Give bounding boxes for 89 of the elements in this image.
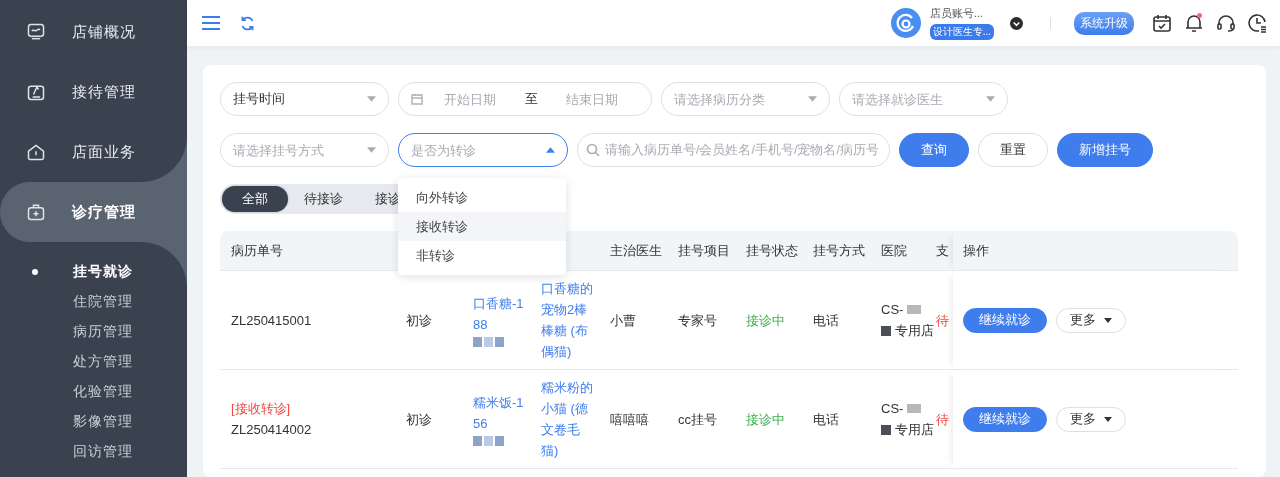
submenu-item[interactable]: 病历管理 bbox=[0, 317, 187, 347]
bell-icon[interactable] bbox=[1184, 13, 1204, 33]
caret-icon bbox=[1104, 317, 1112, 323]
column-header: 病历单号 bbox=[220, 231, 395, 271]
table-cell: 电话 bbox=[802, 271, 870, 370]
dropdown-icon[interactable] bbox=[1010, 16, 1023, 30]
table-cell: 嘻嘻嘻 bbox=[599, 370, 667, 469]
pet-link[interactable]: 口香糖的宠物2棒棒糖 (布偶猫) bbox=[541, 278, 595, 362]
table-cell: 初诊 bbox=[395, 370, 463, 469]
record-number: ZL250414002 bbox=[231, 421, 313, 439]
table-cell: 专家号 bbox=[667, 271, 735, 370]
select-field[interactable]: 挂号时间 bbox=[220, 82, 389, 116]
continue-button[interactable]: 继续就诊 bbox=[963, 307, 1047, 333]
column-header: 操作 bbox=[953, 231, 1238, 271]
headset-icon[interactable] bbox=[1216, 13, 1236, 33]
search-field[interactable]: 请输入病历单号/会员姓名/手机号/宠物名/病历号 bbox=[577, 133, 890, 167]
dropdown-option[interactable]: 向外转诊 bbox=[398, 183, 566, 212]
avatar-logo bbox=[890, 8, 921, 38]
sidebar-item[interactable]: 店面业务 bbox=[0, 122, 187, 182]
column-header: 医院 bbox=[870, 231, 936, 271]
payment-cell: 待 bbox=[936, 370, 953, 469]
dropdown-option[interactable]: 非转诊 bbox=[398, 241, 566, 270]
column-header: 支 bbox=[936, 231, 953, 271]
primary-button[interactable]: 查询 bbox=[899, 133, 969, 167]
primary-button[interactable]: 新增挂号 bbox=[1057, 133, 1153, 167]
table-cell: 电话 bbox=[802, 370, 870, 469]
caret-icon bbox=[546, 147, 555, 153]
menu-item-icon bbox=[26, 82, 46, 102]
calendar-icon bbox=[411, 93, 423, 105]
status-tab[interactable]: 全部 bbox=[222, 186, 288, 212]
referral-tag: [接收转诊] bbox=[231, 398, 395, 419]
continue-button[interactable]: 继续就诊 bbox=[963, 406, 1047, 432]
blurred-text bbox=[907, 404, 922, 413]
owner-link[interactable]: 糯米饭-156 bbox=[473, 392, 527, 434]
column-header: 挂号状态 bbox=[735, 231, 802, 271]
hospital-name: CS- bbox=[881, 301, 904, 319]
blurred-text bbox=[881, 325, 891, 336]
caret-icon bbox=[367, 147, 376, 153]
reset-button[interactable]: 重置 bbox=[978, 133, 1048, 167]
more-button[interactable]: 更多 bbox=[1056, 307, 1126, 333]
caret-icon bbox=[1104, 416, 1112, 422]
hospital-name: CS- bbox=[881, 400, 904, 418]
refresh-icon[interactable] bbox=[239, 14, 256, 32]
record-number: ZL250415001 bbox=[231, 311, 313, 330]
dropdown-option[interactable]: 接收转诊 bbox=[398, 212, 566, 241]
submenu-item[interactable]: 化验管理 bbox=[0, 377, 187, 407]
caret-icon bbox=[367, 96, 376, 102]
menu-item-icon bbox=[26, 202, 46, 222]
submenu-item[interactable]: 处方管理 bbox=[0, 347, 187, 377]
caret-icon bbox=[986, 96, 995, 102]
search-icon bbox=[586, 143, 600, 157]
sidebar-item[interactable]: 接待管理 bbox=[0, 62, 187, 122]
owner-link[interactable]: 口香糖-188 bbox=[473, 293, 527, 335]
more-button[interactable]: 更多 bbox=[1056, 406, 1126, 432]
column-header: 挂号项目 bbox=[667, 231, 735, 271]
menu-item-icon bbox=[26, 22, 46, 42]
submenu-item[interactable]: 挂号就诊 bbox=[0, 257, 187, 287]
status-tab[interactable]: 待接诊 bbox=[288, 186, 359, 212]
submenu-item[interactable]: 回访管理 bbox=[0, 437, 187, 467]
table-cell: cc挂号 bbox=[667, 370, 735, 469]
blurred-text bbox=[473, 337, 504, 347]
column-header: 挂号方式 bbox=[802, 231, 870, 271]
blurred-text bbox=[881, 424, 891, 435]
status-cell: 接诊中 bbox=[735, 271, 802, 370]
menu-item-icon bbox=[26, 142, 46, 162]
hospital-name: 专用店 bbox=[895, 421, 934, 439]
select-field[interactable]: 是否为转诊 bbox=[398, 133, 568, 167]
payment-cell: 待 bbox=[936, 271, 953, 370]
sidebar-item[interactable]: 店铺概况 bbox=[0, 2, 187, 62]
pet-link[interactable]: 糯米粉的小猫 (德文卷毛猫) bbox=[541, 377, 595, 461]
clock-icon[interactable] bbox=[1248, 13, 1268, 33]
blurred-text bbox=[473, 436, 504, 446]
caret-icon bbox=[808, 96, 817, 102]
column-header: 主治医生 bbox=[599, 231, 667, 271]
table-cell: 初诊 bbox=[395, 271, 463, 370]
date-separator: 至 bbox=[524, 90, 538, 108]
user-name: 店员账号... bbox=[929, 6, 984, 21]
calendar-icon[interactable] bbox=[1152, 13, 1172, 33]
status-cell: 接诊中 bbox=[735, 370, 802, 469]
end-date-input[interactable]: 结束日期 bbox=[545, 91, 639, 107]
hospital-name: 专用店 bbox=[895, 322, 934, 340]
date-range-field[interactable]: 开始日期 至 结束日期 bbox=[398, 82, 652, 116]
role-badge: 设计医生专... bbox=[929, 24, 994, 40]
submenu-item[interactable]: 影像管理 bbox=[0, 407, 187, 437]
table-cell: 小曹 bbox=[599, 271, 667, 370]
submenu-item[interactable]: 住院管理 bbox=[0, 287, 187, 317]
start-date-input[interactable]: 开始日期 bbox=[423, 91, 517, 107]
blurred-text bbox=[907, 305, 922, 314]
menu-icon[interactable] bbox=[201, 13, 221, 33]
